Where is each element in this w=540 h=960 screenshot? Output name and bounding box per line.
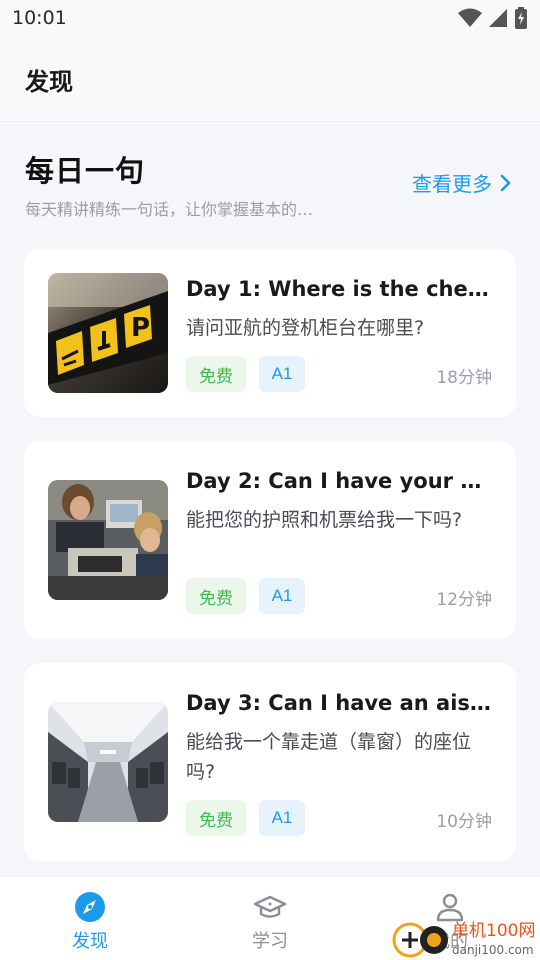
chevron-right-icon[interactable]: [496, 172, 514, 194]
status-icons: [458, 7, 528, 29]
lesson-thumbnail-airplane-cabin: [48, 702, 168, 822]
level-badge: A1: [259, 356, 305, 392]
lesson-title: Day 2: Can I have your pa…: [186, 469, 492, 493]
level-badge: A1: [259, 578, 305, 614]
status-bar: 10:01: [0, 0, 540, 36]
lesson-thumbnail-airport-signs: P: [48, 273, 168, 393]
nav-item-discover[interactable]: 发现: [0, 877, 180, 960]
graduation-cap-icon: [254, 895, 286, 918]
lesson-duration: 12分钟: [436, 590, 492, 610]
free-badge: 免费: [186, 356, 246, 392]
app-header: 发现: [0, 36, 540, 122]
compass-icon: [75, 892, 105, 922]
free-badge: 免费: [186, 800, 246, 836]
lesson-card[interactable]: Day 2: Can I have your pa… 能把您的护照和机票给我一下…: [24, 441, 516, 639]
status-time: 10:01: [12, 7, 67, 29]
battery-icon: [515, 7, 527, 29]
wifi-icon: [458, 8, 482, 27]
page-title: 发现: [25, 68, 73, 96]
svg-text:P: P: [131, 313, 150, 343]
lesson-thumbnail-checkin-counter: [48, 480, 168, 600]
nav-label: 发现: [72, 931, 108, 952]
free-badge: 免费: [186, 578, 246, 614]
lesson-description: 能把您的护照和机票给我一下吗?: [186, 509, 463, 531]
nav-label: 学习: [252, 931, 288, 952]
section-subtitle: 每天精讲精练一句话，让你掌握基本的…: [25, 200, 314, 219]
lesson-title: Day 3: Can I have an aisle…: [186, 691, 492, 715]
lesson-card[interactable]: P Day 1: Where is the check… 请问亚航的登机柜台在哪…: [24, 249, 516, 417]
daily-sentence-section-header: 每日一句 每天精讲精练一句话，让你掌握基本的… 查看更多: [0, 122, 540, 232]
svg-text:单机100网: 单机100网: [452, 921, 535, 941]
lesson-duration: 10分钟: [436, 812, 492, 832]
nav-item-study[interactable]: 学习: [180, 877, 360, 960]
lesson-card[interactable]: Day 3: Can I have an aisle… 能给我一个靠走道（靠窗）…: [24, 663, 516, 861]
watermark-logo: 单机100网 danji100.com: [390, 914, 540, 960]
signal-icon: [489, 9, 507, 27]
lesson-description: 请问亚航的登机柜台在哪里?: [186, 317, 425, 339]
lesson-title: Day 1: Where is the check…: [186, 277, 492, 301]
level-badge: A1: [259, 800, 305, 836]
lesson-duration: 18分钟: [436, 368, 492, 388]
svg-text:danji100.com: danji100.com: [452, 943, 534, 957]
lesson-description: 能给我一个靠走道（靠窗）的座位吗?: [186, 731, 472, 783]
view-more-link[interactable]: 查看更多: [412, 168, 492, 197]
section-title: 每日一句: [25, 154, 146, 188]
